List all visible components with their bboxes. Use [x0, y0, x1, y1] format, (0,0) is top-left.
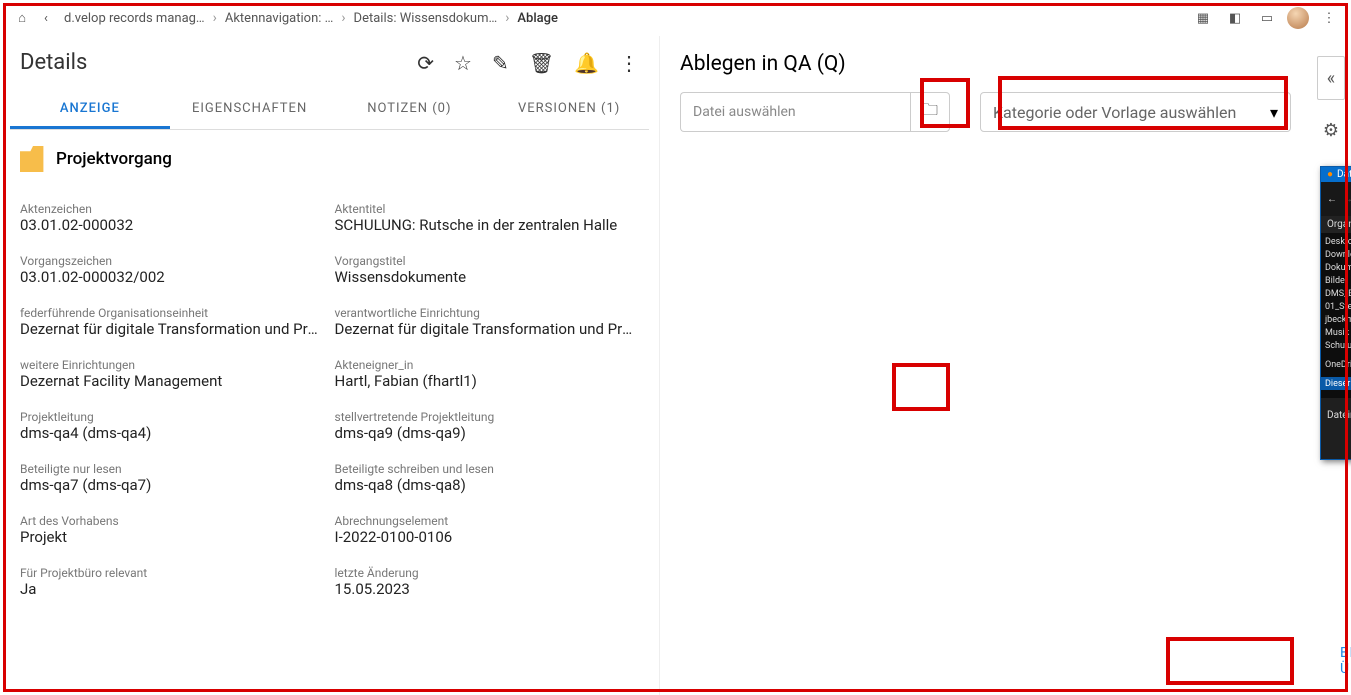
field-label: federführende Organisationseinheit: [20, 306, 325, 320]
field-label: Akteneigner_in: [335, 358, 640, 372]
field-label: Abrechnungselement: [335, 514, 640, 528]
tree-item[interactable]: Downloads: [1321, 248, 1351, 261]
field-value: Dezernat für digitale Transformation und…: [335, 320, 640, 338]
project-header: Projektvorgang: [0, 130, 659, 182]
field-label: Art des Vorhabens: [20, 514, 325, 528]
field-label: Beteiligte schreiben und lesen: [335, 462, 640, 476]
caret-down-icon: ▾: [1270, 103, 1278, 122]
ablage-title: Ablegen in QA (Q): [660, 46, 1311, 86]
category-placeholder: Kategorie oder Vorlage auswählen: [993, 103, 1236, 122]
layout2-icon[interactable]: ▭: [1255, 6, 1279, 30]
folder-icon: 🗀: [922, 99, 938, 126]
tree-item[interactable]: Musik: [1321, 326, 1351, 339]
back-icon[interactable]: ‹: [34, 6, 58, 30]
field-value: I-2022-0100-0106: [335, 528, 640, 546]
field-value: Dezernat Facility Management: [20, 372, 325, 390]
file-upload-dialog: ●Datei hochladen ← → ↑ Dieser … › Dokume…: [1320, 166, 1351, 460]
crumb-details[interactable]: Details: Wissensdokum…: [348, 11, 504, 26]
project-title: Projektvorgang: [56, 149, 172, 169]
check-properties-button[interactable]: EIGENSCHAFTEN ÜBERPRÜFEN: [1340, 645, 1351, 677]
filename-label: Dateiname:: [1327, 410, 1351, 421]
tree-item[interactable]: OneDrive - Persön…: [1321, 358, 1351, 371]
tree-item[interactable]: Bilder: [1321, 274, 1351, 287]
folder-icon: [20, 146, 46, 172]
field-label: weitere Einrichtungen: [20, 358, 325, 372]
edit-icon[interactable]: ✎: [492, 51, 509, 75]
details-title: Details: [20, 50, 87, 75]
tab-versionen[interactable]: VERSIONEN (1): [489, 91, 649, 129]
firefox-icon: ●: [1327, 169, 1333, 180]
apps-icon[interactable]: ▦: [1191, 6, 1215, 30]
more-icon[interactable]: ⋮: [1317, 6, 1341, 30]
field-label: Für Projektbüro relevant: [20, 566, 325, 580]
home-icon[interactable]: ⌂: [10, 6, 34, 30]
field-value: Ja: [20, 580, 325, 598]
field-label: Aktentitel: [335, 202, 640, 216]
field-value: dms-qa7 (dms-qa7): [20, 476, 325, 494]
dialog-titlebar[interactable]: ● Datei hochladen: [1321, 167, 1351, 182]
file-select-group: Datei auswählen 🗀: [680, 92, 950, 132]
tab-anzeige[interactable]: ANZEIGE: [10, 91, 170, 129]
more-vert-icon[interactable]: ⋮: [619, 51, 639, 75]
tree-item-this-pc[interactable]: Dieser PC: [1321, 377, 1351, 390]
settings-icon[interactable]: ⚙: [1323, 120, 1339, 141]
field-label: stellvertretende Projektleitung: [335, 410, 640, 424]
layout1-icon[interactable]: ◧: [1223, 6, 1247, 30]
collapse-icon[interactable]: «: [1317, 56, 1345, 100]
organize-menu[interactable]: Organisieren ▾: [1327, 219, 1351, 230]
field-value: SCHULUNG: Rutsche in der zentralen Halle: [335, 216, 640, 234]
field-value: dms-qa9 (dms-qa9): [335, 424, 640, 442]
topbar-actions: ▦ ◧ ▭ ⋮: [1191, 6, 1341, 30]
field-label: Aktenzeichen: [20, 202, 325, 216]
field-value: 03.01.02-000032: [20, 216, 325, 234]
topbar: ⌂ ‹ d.velop records manag… › Aktennaviga…: [0, 0, 1351, 36]
fields-container: Aktenzeichen03.01.02-000032 AktentitelSC…: [0, 182, 659, 695]
chevron-icon: ›: [211, 10, 219, 26]
tree-item[interactable]: Dokumente: [1321, 261, 1351, 274]
field-label: Beteiligte nur lesen: [20, 462, 325, 476]
field-value: Projekt: [20, 528, 325, 546]
field-value: 15.05.2023: [335, 580, 640, 598]
nav-back-icon[interactable]: ←: [1327, 194, 1337, 205]
tree-item[interactable]: Desktop: [1321, 235, 1351, 248]
crumb-nav[interactable]: Aktennavigation: …: [219, 11, 339, 26]
crumb-app[interactable]: d.velop records manag…: [58, 11, 211, 26]
field-label: Vorgangszeichen: [20, 254, 325, 268]
category-select[interactable]: Kategorie oder Vorlage auswählen ▾: [980, 92, 1291, 132]
ablage-panel: Ablegen in QA (Q) Datei auswählen 🗀 Kate…: [660, 36, 1311, 695]
details-panel: Details ⟳ ☆ ✎ 🗑 🔔 ⋮ ANZEIGE EIGENSCHAFTE…: [0, 36, 660, 695]
details-tabs: ANZEIGE EIGENSCHAFTEN NOTIZEN (0) VERSIO…: [10, 91, 649, 130]
delete-icon[interactable]: 🗑: [529, 51, 554, 75]
field-label: Vorgangstitel: [335, 254, 640, 268]
field-value: Hartl, Fabian (fhartl1): [335, 372, 640, 390]
file-browse-button[interactable]: 🗀: [910, 92, 950, 132]
chevron-icon: ›: [339, 10, 347, 26]
field-value: dms-qa8 (dms-qa8): [335, 476, 640, 494]
tree-item[interactable]: Schulungsunterl…: [1321, 339, 1351, 352]
tree-item[interactable]: DMS_Berecht …: [1321, 287, 1351, 300]
field-value: dms-qa4 (dms-qa4): [20, 424, 325, 442]
chevron-icon: ›: [503, 10, 511, 26]
tab-eigenschaften[interactable]: EIGENSCHAFTEN: [170, 91, 330, 129]
dialog-title: Datei hochladen: [1337, 169, 1351, 180]
file-select-input[interactable]: Datei auswählen: [680, 92, 910, 132]
bell-icon[interactable]: 🔔: [574, 51, 599, 75]
field-value: Dezernat für digitale Transformation und…: [20, 320, 325, 338]
avatar[interactable]: [1287, 7, 1309, 29]
field-label: verantwortliche Einrichtung: [335, 306, 640, 320]
field-value: Wissensdokumente: [335, 268, 640, 286]
details-actions: ⟳ ☆ ✎ 🗑 🔔 ⋮: [417, 51, 639, 75]
tree-item[interactable]: jbeckmann27 (\\…: [1321, 313, 1351, 326]
crumb-ablage[interactable]: Ablage: [511, 11, 564, 26]
tab-notizen[interactable]: NOTIZEN (0): [330, 91, 490, 129]
refresh-icon[interactable]: ⟳: [417, 51, 434, 75]
field-value: 03.01.02-000032/002: [20, 268, 325, 286]
tree-item[interactable]: 01_Steuerungsd…: [1321, 300, 1351, 313]
nav-fwd-icon[interactable]: →: [1343, 194, 1351, 205]
dialog-tree[interactable]: Desktop Downloads Dokumente Bilder DMS_B…: [1321, 233, 1351, 398]
field-label: Projektleitung: [20, 410, 325, 424]
star-icon[interactable]: ☆: [454, 51, 472, 75]
field-label: letzte Änderung: [335, 566, 640, 580]
